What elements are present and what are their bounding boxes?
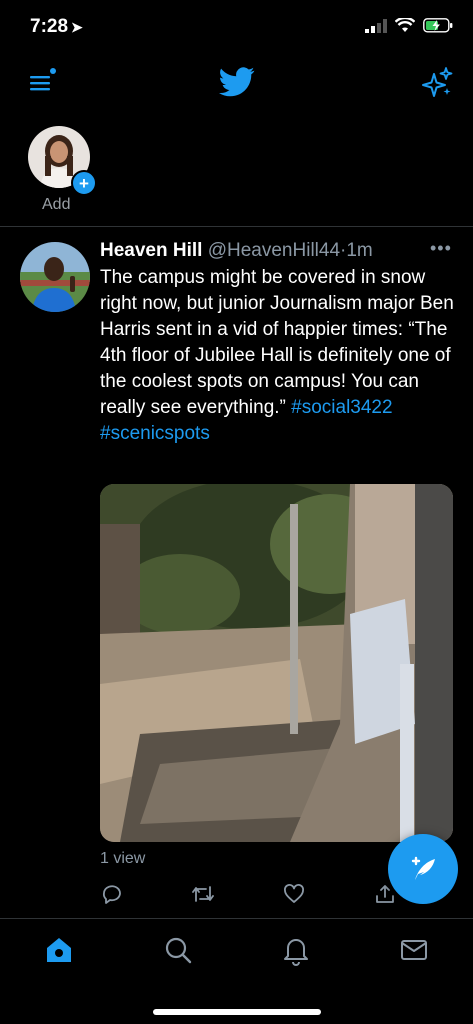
home-indicator[interactable] [153, 1009, 321, 1015]
hashtag-link[interactable]: #scenicspots [100, 423, 210, 444]
tweet-text: The campus might be covered in snow righ… [100, 267, 454, 418]
tweet-header: Heaven Hill @HeavenHill44·1m [100, 240, 373, 262]
search-icon [165, 937, 192, 964]
tweet-timestamp: 1m [346, 240, 373, 261]
wifi-icon [395, 18, 415, 32]
video-thumbnail [100, 484, 453, 842]
tabbar-divider [0, 918, 473, 919]
compose-tweet-icon [411, 856, 435, 880]
add-fleet-plus-icon[interactable]: + [71, 170, 97, 196]
tweet-more-button[interactable]: ••• [430, 238, 452, 259]
tab-home[interactable] [43, 934, 75, 966]
tweet-body: The campus might be covered in snow righ… [100, 265, 460, 447]
sparkle-icon [422, 67, 453, 97]
menu-button[interactable] [28, 68, 56, 96]
like-icon [284, 884, 304, 903]
author-avatar-photo [20, 242, 90, 312]
hashtag-link[interactable]: #social3422 [291, 397, 392, 418]
fleet-add-label: Add [42, 196, 71, 213]
cellular-signal-icon [365, 18, 387, 33]
twitter-logo[interactable] [219, 66, 255, 98]
home-icon [47, 938, 71, 962]
menu-icon [30, 68, 56, 91]
location-arrow-icon: ➤ [71, 19, 83, 35]
notifications-icon [284, 939, 308, 966]
tweet-video[interactable] [100, 484, 453, 842]
status-time: 7:28 ➤ [30, 16, 83, 37]
battery-charging-icon [423, 18, 453, 33]
like-button[interactable] [283, 883, 309, 909]
tweet-author-handle[interactable]: @HeavenHill44 [208, 240, 340, 261]
tweet-author-avatar[interactable] [20, 242, 90, 312]
reply-button[interactable] [100, 883, 126, 909]
tab-messages[interactable] [398, 934, 430, 966]
twitter-bird-icon [219, 67, 255, 97]
compose-tweet-button[interactable] [388, 834, 458, 904]
messages-icon [401, 940, 427, 960]
latest-tweets-button[interactable] [420, 66, 454, 100]
status-indicators [365, 18, 453, 33]
view-count: 1 view [100, 850, 146, 867]
tweet-author-name[interactable]: Heaven Hill [100, 240, 202, 261]
reply-icon [102, 885, 121, 904]
tab-notifications[interactable] [280, 934, 312, 966]
retweet-button[interactable] [191, 883, 217, 909]
retweet-icon [192, 886, 214, 902]
tab-search[interactable] [162, 934, 194, 966]
fleets-divider [0, 226, 473, 227]
